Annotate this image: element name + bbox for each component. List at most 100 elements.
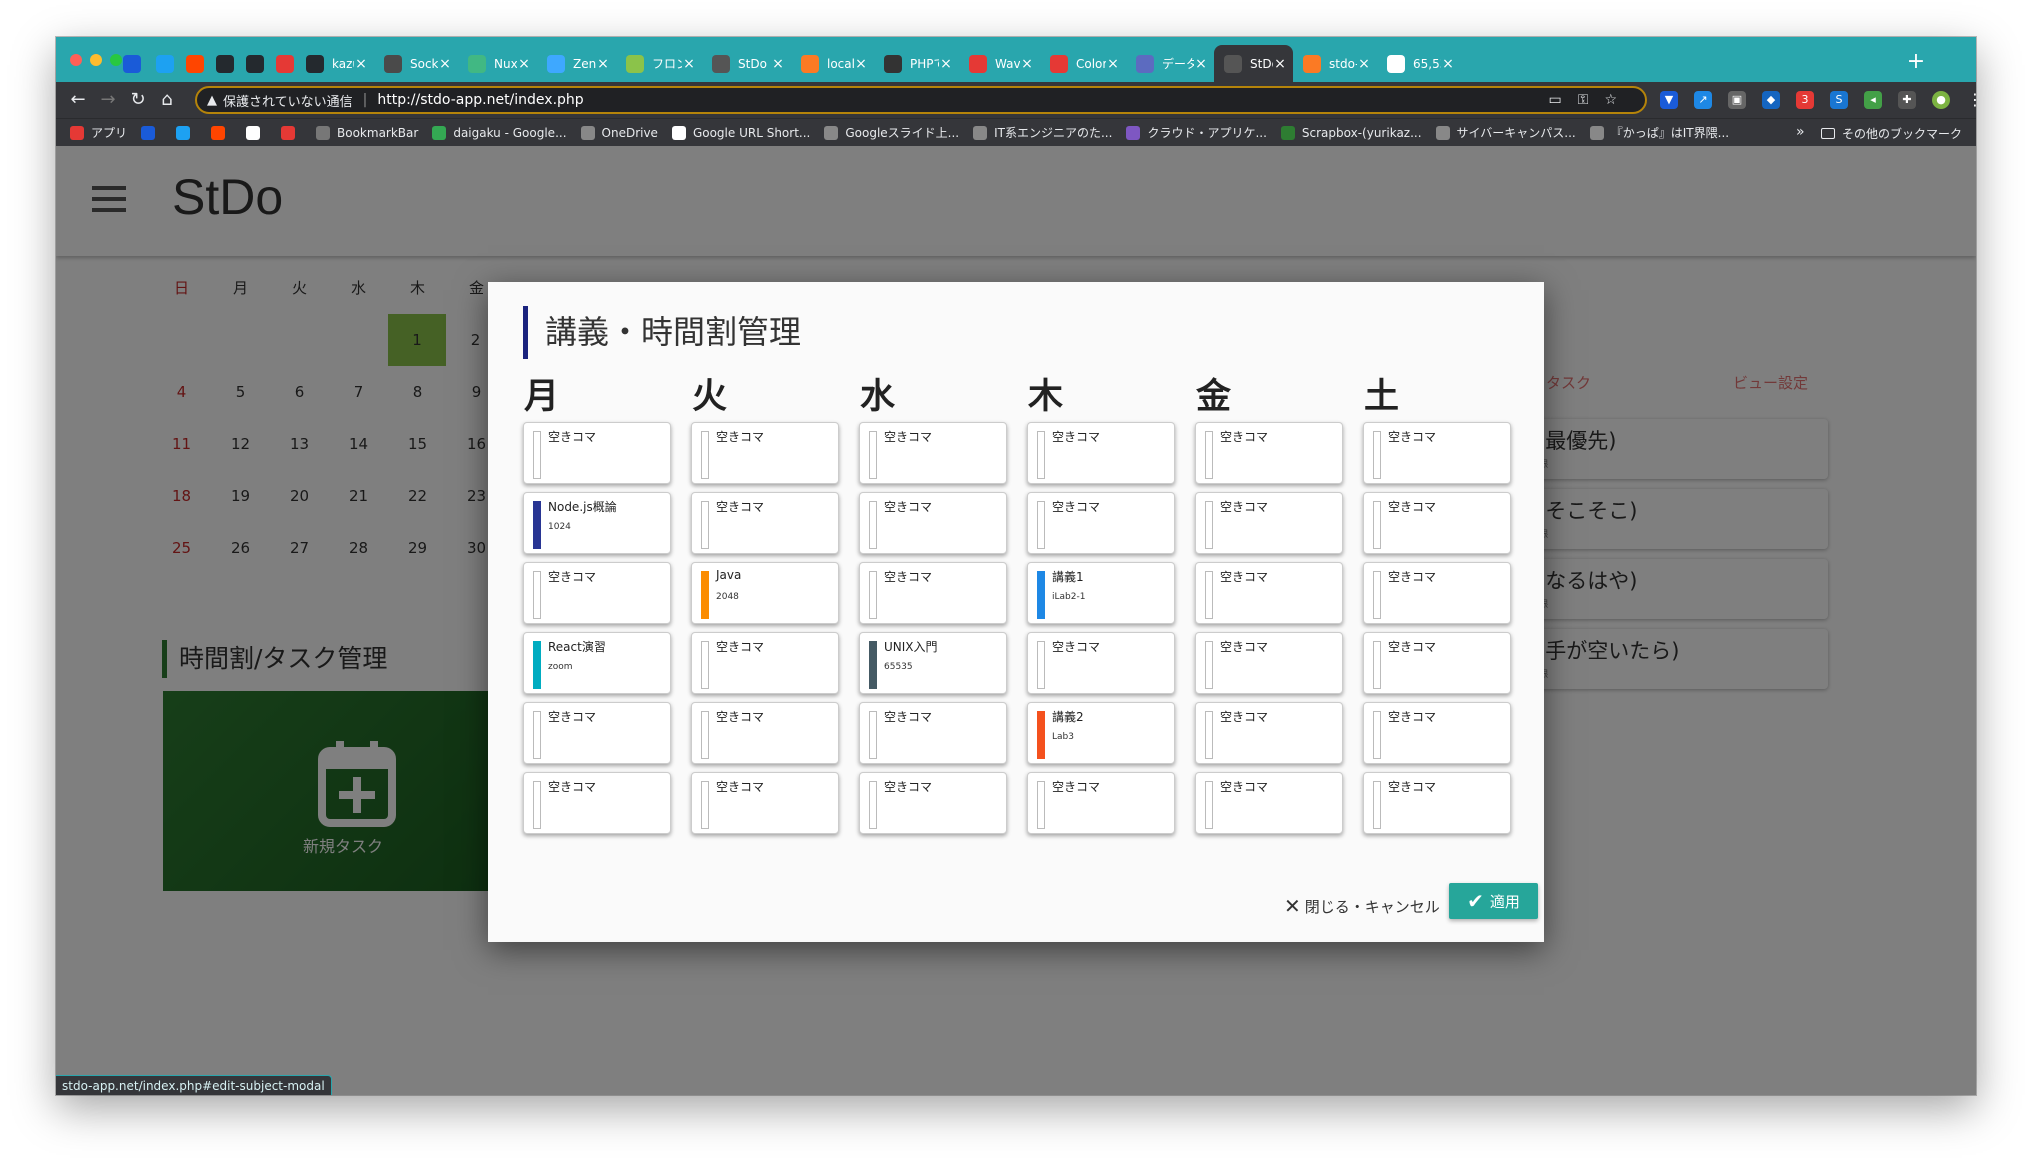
forward-icon[interactable]: → (96, 88, 120, 112)
empty-slot[interactable]: 空きコマ (1363, 422, 1511, 484)
bookmark-14[interactable]: サイバーキャンパス... (1435, 124, 1576, 141)
class-slot[interactable]: 講義2 Lab3 (1027, 702, 1175, 764)
tab-1[interactable] (146, 45, 176, 82)
back-icon[interactable]: ← (66, 88, 90, 112)
notification-icon[interactable]: 3 (1796, 91, 1814, 109)
empty-slot[interactable]: 空きコマ (859, 702, 1007, 764)
tab-10[interactable]: フロント× (616, 45, 702, 82)
home-icon[interactable]: ⌂ (155, 88, 179, 112)
window-icon[interactable]: ▣ (1728, 91, 1746, 109)
omnibox-actions[interactable]: ▭⚿☆ (1549, 92, 1633, 108)
empty-slot[interactable]: 空きコマ (1363, 772, 1511, 834)
empty-slot[interactable]: 空きコマ (1195, 562, 1343, 624)
empty-slot[interactable]: 空きコマ (859, 492, 1007, 554)
tab-close-icon[interactable]: × (854, 56, 868, 72)
tab-close-icon[interactable]: × (1441, 56, 1455, 72)
bookmark-12[interactable]: クラウド・アプリケ... (1126, 124, 1267, 141)
tab-close-icon[interactable]: × (1106, 56, 1120, 72)
tab-3[interactable] (206, 45, 236, 82)
tab-0[interactable] (113, 45, 146, 82)
close-window-button[interactable] (70, 54, 82, 66)
share-icon[interactable]: ↗ (1694, 91, 1712, 109)
empty-slot[interactable]: 空きコマ (1195, 492, 1343, 554)
tab-12[interactable]: localhos× (791, 45, 874, 82)
empty-slot[interactable]: 空きコマ (1027, 492, 1175, 554)
address-bar[interactable]: ▲ 保護されていない通信 | http://stdo-app.net/index… (195, 86, 1647, 114)
class-slot[interactable]: Java 2048 (691, 562, 839, 624)
bookmark-10[interactable]: Googleスライド上... (824, 124, 959, 141)
tab-close-icon[interactable]: × (1273, 56, 1287, 72)
bookmark-7[interactable]: daigaku - Google... (432, 125, 567, 140)
extension-icon[interactable]: ▼ (1660, 91, 1678, 109)
scrapbox-icon[interactable]: S (1830, 91, 1848, 109)
tab-2[interactable] (176, 45, 206, 82)
bookmark-8[interactable]: OneDrive (580, 125, 658, 140)
tab-18[interactable]: stdo-ap× (1293, 45, 1377, 82)
bookmark-15[interactable]: 『かっぱ』はIT界隈... (1589, 124, 1729, 141)
tab-15[interactable]: Color - I× (1040, 45, 1126, 82)
shield-icon[interactable]: ◆ (1762, 91, 1780, 109)
minimize-window-button[interactable] (90, 54, 102, 66)
menu-icon[interactable]: ⋮ (1966, 91, 1976, 109)
tab-close-icon[interactable]: × (939, 56, 953, 72)
apply-button[interactable]: ✔ 適用 (1449, 883, 1538, 919)
tab-close-icon[interactable]: × (1020, 56, 1034, 72)
empty-slot[interactable]: 空きコマ (1363, 562, 1511, 624)
avatar[interactable]: ● (1932, 91, 1950, 109)
cancel-button[interactable]: ✕ 閉じる・キャンセル (1284, 894, 1440, 918)
tab-close-icon[interactable]: × (517, 56, 531, 72)
empty-slot[interactable]: 空きコマ (691, 632, 839, 694)
empty-slot[interactable]: 空きコマ (859, 772, 1007, 834)
empty-slot[interactable]: 空きコマ (523, 562, 671, 624)
bookmark-1[interactable] (141, 125, 162, 140)
tab-19[interactable]: 65,535× (1377, 45, 1461, 82)
class-slot[interactable]: React演習 zoom (523, 632, 671, 694)
bookmark-0[interactable]: アプリ (70, 124, 127, 141)
empty-slot[interactable]: 空きコマ (691, 492, 839, 554)
tab-8[interactable]: Nuxt.js× (458, 45, 537, 82)
empty-slot[interactable]: 空きコマ (1195, 422, 1343, 484)
empty-slot[interactable]: 空きコマ (859, 562, 1007, 624)
empty-slot[interactable]: 空きコマ (1363, 632, 1511, 694)
tab-close-icon[interactable]: × (771, 56, 785, 72)
tab-close-icon[interactable]: × (438, 56, 452, 72)
empty-slot[interactable]: 空きコマ (523, 702, 671, 764)
empty-slot[interactable]: 空きコマ (1027, 632, 1175, 694)
empty-slot[interactable]: 空きコマ (691, 702, 839, 764)
tab-4[interactable] (236, 45, 266, 82)
bookmark-2[interactable] (176, 125, 197, 140)
bookmark-11[interactable]: IT系エンジニアのた... (973, 124, 1112, 141)
tab-9[interactable]: Zenn× (537, 45, 616, 82)
tab-close-icon[interactable]: × (596, 56, 610, 72)
empty-slot[interactable]: 空きコマ (523, 422, 671, 484)
new-tab-button[interactable]: + (1903, 50, 1929, 76)
bookmark-5[interactable] (281, 125, 302, 140)
bookmark-4[interactable] (246, 125, 267, 140)
reload-icon[interactable]: ↻ (126, 88, 150, 112)
tab-13[interactable]: PHPで日× (874, 45, 959, 82)
empty-slot[interactable]: 空きコマ (523, 772, 671, 834)
bookmark-3[interactable] (211, 125, 232, 140)
tab-6[interactable]: kazuki1í× (296, 45, 374, 82)
empty-slot[interactable]: 空きコマ (1363, 492, 1511, 554)
tab-5[interactable] (266, 45, 296, 82)
bookmark-6[interactable]: BookmarkBar (316, 125, 418, 140)
empty-slot[interactable]: 空きコマ (859, 422, 1007, 484)
tab-7[interactable]: Socket.× (374, 45, 458, 82)
puzzle-icon[interactable]: ✚ (1898, 91, 1916, 109)
empty-slot[interactable]: 空きコマ (1195, 702, 1343, 764)
class-slot[interactable]: Node.js概論 1024 (523, 492, 671, 554)
empty-slot[interactable]: 空きコマ (1027, 772, 1175, 834)
tab-close-icon[interactable]: × (1194, 56, 1208, 72)
tab-17[interactable]: StDo 学× (1214, 45, 1293, 82)
bookmarks-overflow-button[interactable]: » (1796, 124, 1805, 140)
tab-close-icon[interactable]: × (354, 56, 368, 72)
bookmark-9[interactable]: Google URL Short... (671, 125, 810, 140)
empty-slot[interactable]: 空きコマ (1363, 702, 1511, 764)
tab-close-icon[interactable]: × (682, 56, 696, 72)
arrow-icon[interactable]: ◂ (1864, 91, 1882, 109)
tab-16[interactable]: データを× (1126, 45, 1214, 82)
tab-11[interactable]: StDo 学× (702, 45, 791, 82)
class-slot[interactable]: UNIX入門 65535 (859, 632, 1007, 694)
empty-slot[interactable]: 空きコマ (1195, 632, 1343, 694)
